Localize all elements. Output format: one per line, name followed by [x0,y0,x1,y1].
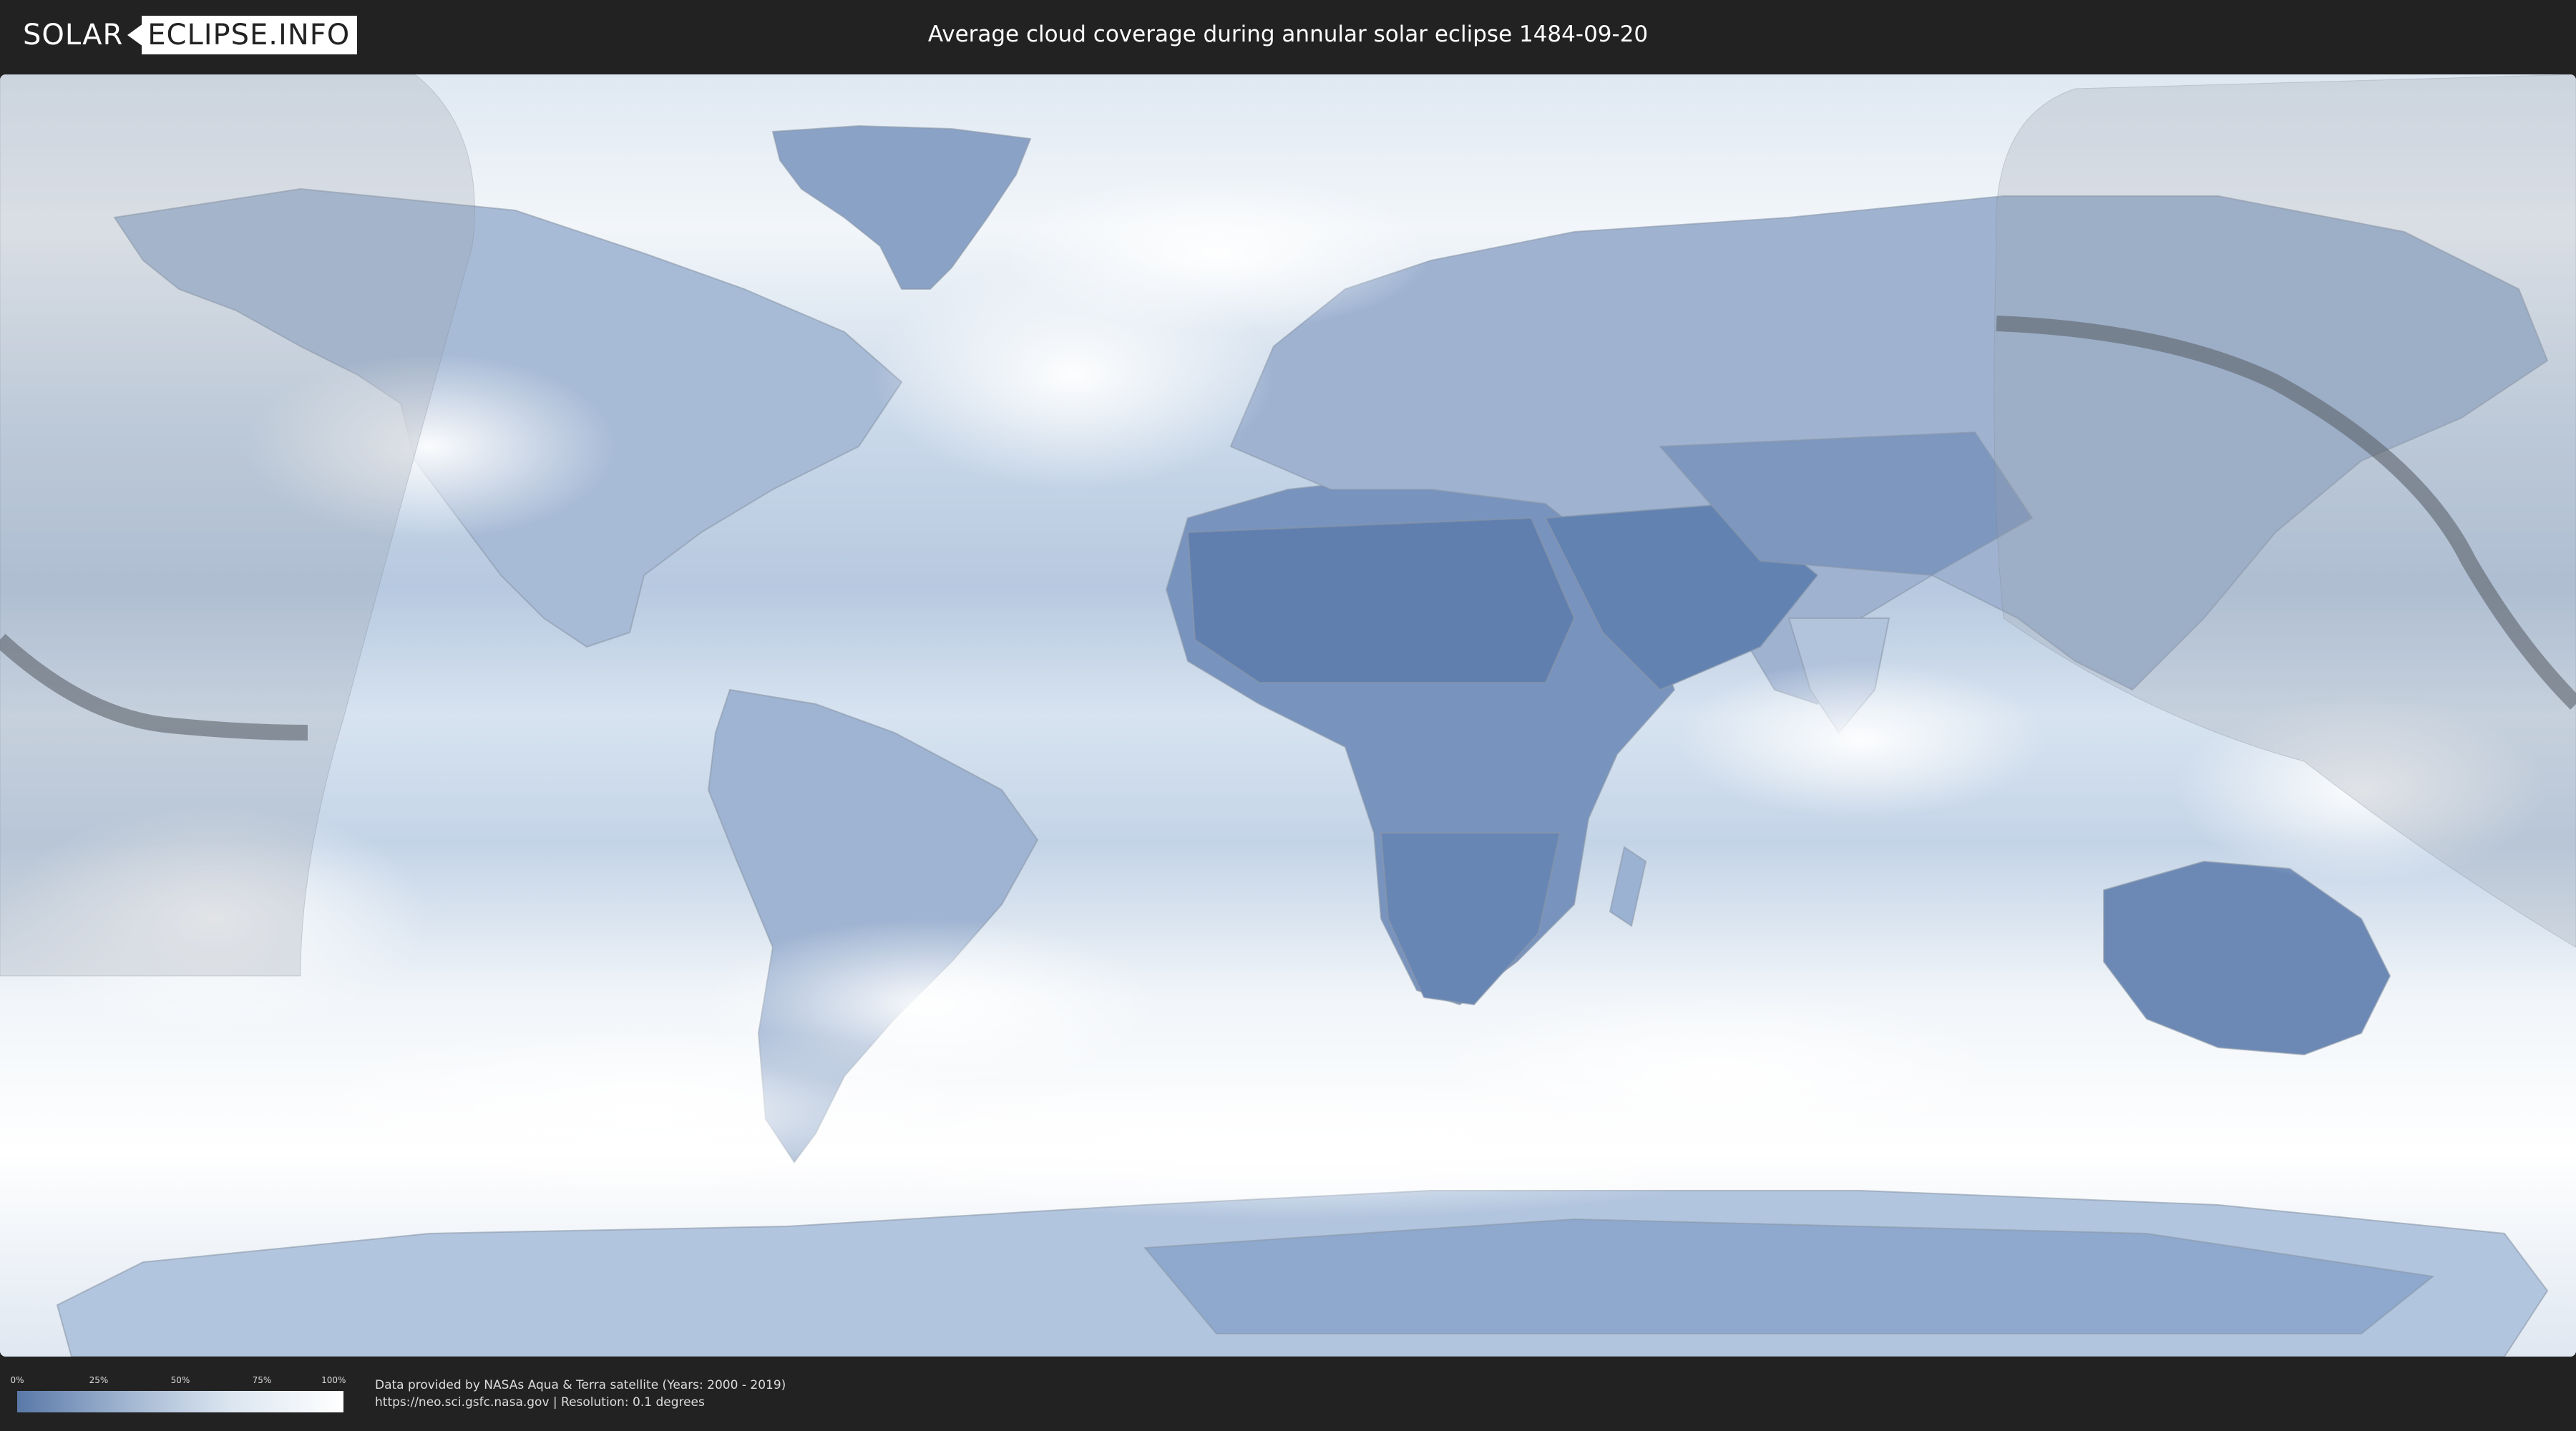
legend-tick-100: 100% [321,1375,346,1385]
legend-tick-25: 25% [89,1375,109,1385]
legend-tick-50: 50% [170,1375,190,1385]
sahara-desert [1186,517,1576,683]
cloud-coverage-legend: 0% 25% 50% 75% 100% [10,1375,346,1412]
header-bar: SOLAR ECLIPSE.INFO Average cloud coverag… [0,0,2576,70]
data-credits: Data provided by NASAs Aqua & Terra sate… [375,1377,786,1411]
cloud-coverage-map [0,74,2576,1357]
page-title: Average cloud coverage during annular so… [927,21,1649,47]
credit-line-source: Data provided by NASAs Aqua & Terra sate… [375,1378,786,1392]
legend-ticks: 0% 25% 50% 75% 100% [10,1375,346,1388]
credit-line-url[interactable]: https://neo.sci.gsfc.nasa.gov | Resoluti… [375,1394,786,1411]
legend-tick-75: 75% [252,1375,272,1385]
footer-bar: 0% 25% 50% 75% 100% Data provided by NAS… [0,1357,2576,1431]
legend-color-bar [17,1391,343,1412]
legend-tick-0: 0% [10,1375,24,1385]
